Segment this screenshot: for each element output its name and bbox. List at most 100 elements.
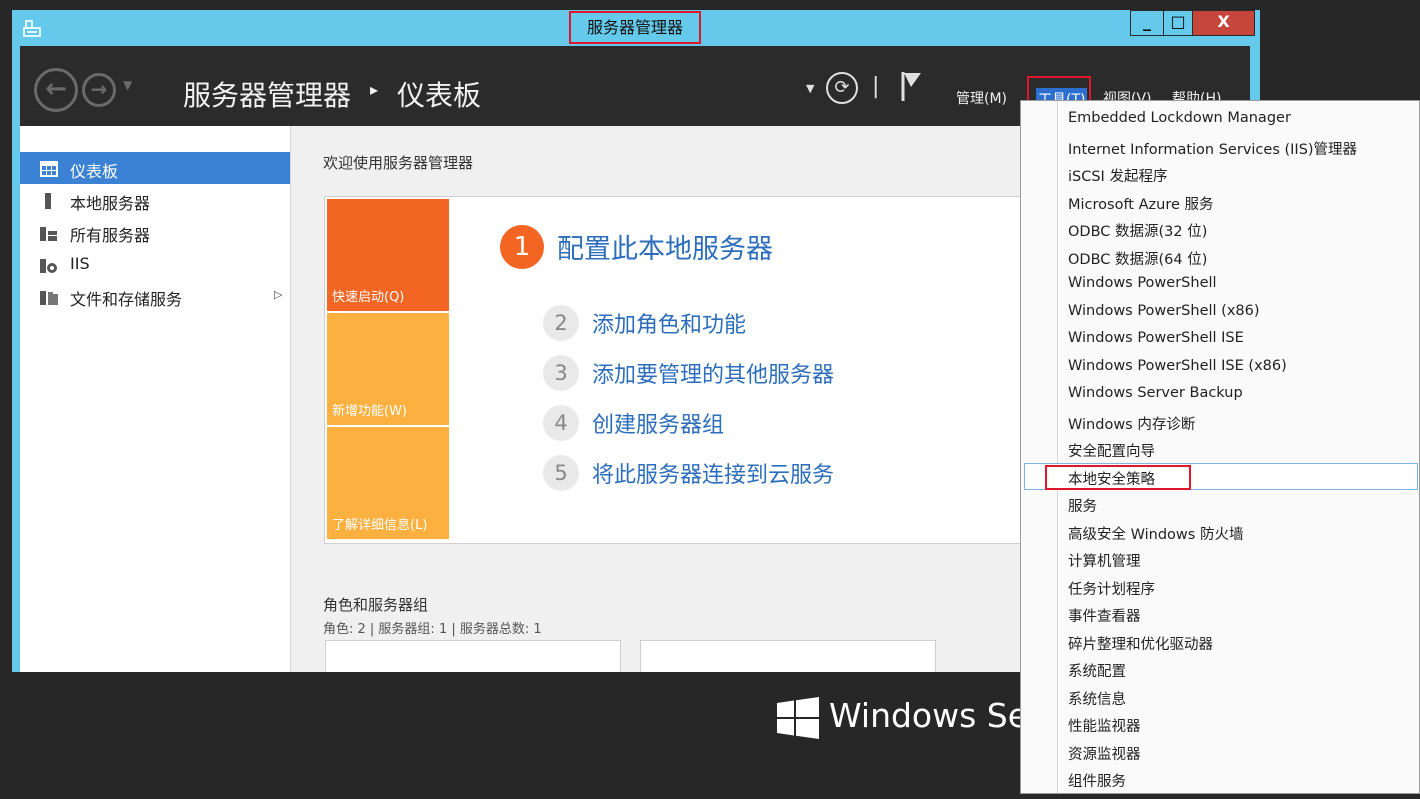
header-dropdown-icon[interactable]: ▼ bbox=[806, 82, 814, 95]
menu-item-computer-management[interactable]: 计算机管理 bbox=[1021, 545, 1419, 572]
menu-item-resource-monitor[interactable]: 资源监视器 bbox=[1021, 738, 1419, 765]
window-title: 服务器管理器 bbox=[569, 11, 701, 44]
menu-manage[interactable]: 管理(M) bbox=[956, 88, 1007, 108]
step-number: 1 bbox=[500, 225, 544, 269]
menu-item-powershell-x86[interactable]: Windows PowerShell (x86) bbox=[1021, 298, 1419, 325]
menu-item-performance-monitor[interactable]: 性能监视器 bbox=[1021, 710, 1419, 737]
welcome-title: 欢迎使用服务器管理器 bbox=[323, 154, 474, 172]
menu-item-label: 计算机管理 bbox=[1068, 554, 1141, 570]
sidebar-item-label: 本地服务器 bbox=[70, 194, 151, 213]
sidebar-item-label: 所有服务器 bbox=[70, 226, 151, 245]
forward-arrow-icon[interactable]: → bbox=[82, 73, 116, 107]
menu-item-security-wizard[interactable]: 安全配置向导 bbox=[1021, 435, 1419, 462]
breadcrumb-root[interactable]: 服务器管理器 bbox=[183, 74, 351, 114]
menu-item-label: 系统信息 bbox=[1068, 691, 1126, 708]
sidebar-item-label: 仪表板 bbox=[70, 162, 119, 181]
quick-start-panel: 快速启动(Q) 新增功能(W) 了解详细信息(L) 1 配置此本地服务器 2 添… bbox=[324, 196, 1046, 544]
sidebar: 仪表板 本地服务器 所有服务器 IIS 文件和存储服务 ▷ bbox=[20, 126, 291, 672]
menu-item-label: Windows PowerShell bbox=[1068, 275, 1217, 291]
menu-item-label: Windows PowerShell (x86) bbox=[1068, 302, 1260, 319]
history-dropdown-icon[interactable]: ▼ bbox=[123, 78, 132, 92]
menu-item-label: 事件查看器 bbox=[1068, 609, 1141, 625]
back-arrow-icon[interactable]: ← bbox=[34, 68, 78, 112]
menu-item-label: ODBC 数据源(64 位) bbox=[1068, 251, 1208, 268]
menu-item-label: Embedded Lockdown Manager bbox=[1068, 110, 1291, 126]
menu-item-memory-diagnostic[interactable]: Windows 内存诊断 bbox=[1021, 408, 1419, 435]
sidebar-item-local-server[interactable]: 本地服务器 bbox=[20, 184, 290, 216]
menu-item-odbc-64[interactable]: ODBC 数据源(64 位) bbox=[1021, 243, 1419, 270]
sidebar-item-label: 文件和存储服务 bbox=[70, 290, 183, 309]
menu-item-label: 任务计划程序 bbox=[1068, 581, 1155, 598]
tile-label: 快速启动(Q) bbox=[332, 290, 405, 305]
iis-icon bbox=[40, 259, 57, 273]
notification-flag-icon[interactable] bbox=[899, 70, 925, 102]
menu-item-powershell-ise[interactable]: Windows PowerShell ISE bbox=[1021, 325, 1419, 352]
step-link-configure-local-server[interactable]: 配置此本地服务器 bbox=[557, 227, 773, 266]
sidebar-item-dashboard[interactable]: 仪表板 bbox=[20, 152, 290, 184]
refresh-icon[interactable]: ⟳ bbox=[826, 72, 858, 104]
menu-item-firewall[interactable]: 高级安全 Windows 防火墙 bbox=[1021, 518, 1419, 545]
sidebar-item-all-servers[interactable]: 所有服务器 bbox=[20, 216, 290, 248]
expand-arrow-icon[interactable]: ▷ bbox=[274, 288, 282, 301]
menu-item-task-scheduler[interactable]: 任务计划程序 bbox=[1021, 573, 1419, 600]
menu-item-label: Windows Server Backup bbox=[1068, 385, 1243, 401]
windows-logo-icon bbox=[777, 697, 819, 739]
title-bar[interactable]: 服务器管理器 _ □ X bbox=[12, 10, 1260, 46]
menu-item-system-config[interactable]: 系统配置 bbox=[1021, 655, 1419, 682]
menu-item-component-services[interactable]: 组件服务 bbox=[1021, 765, 1419, 792]
menu-item-event-viewer[interactable]: 事件查看器 bbox=[1021, 600, 1419, 627]
server-manager-icon bbox=[23, 20, 41, 37]
step-number: 4 bbox=[543, 405, 579, 441]
role-card[interactable] bbox=[640, 640, 936, 672]
step-link-create-group[interactable]: 创建服务器组 bbox=[592, 407, 724, 439]
menu-item-powershell-ise-x86[interactable]: Windows PowerShell ISE (x86) bbox=[1021, 353, 1419, 380]
menu-item-label: Microsoft Azure 服务 bbox=[1068, 196, 1214, 213]
roles-section-title: 角色和服务器组 bbox=[323, 596, 429, 614]
menu-item-label: 高级安全 Windows 防火墙 bbox=[1068, 526, 1244, 543]
tools-dropdown-menu: Embedded Lockdown Manager Internet Inform… bbox=[1020, 100, 1420, 794]
role-card[interactable] bbox=[325, 640, 621, 672]
menu-item-odbc-32[interactable]: ODBC 数据源(32 位) bbox=[1021, 215, 1419, 242]
menu-item-services[interactable]: 服务 bbox=[1021, 490, 1419, 517]
tile-whats-new[interactable]: 新增功能(W) bbox=[327, 313, 449, 425]
step-number: 3 bbox=[543, 355, 579, 391]
dashboard-icon bbox=[40, 161, 58, 177]
menu-item-label: 服务 bbox=[1068, 499, 1097, 515]
step-link-add-servers[interactable]: 添加要管理的其他服务器 bbox=[592, 357, 834, 389]
header-divider: | bbox=[872, 74, 880, 99]
tile-label: 了解详细信息(L) bbox=[332, 518, 428, 533]
breadcrumb-separator: ▸ bbox=[370, 80, 379, 99]
tile-label: 新增功能(W) bbox=[332, 404, 407, 419]
menu-item-server-backup[interactable]: Windows Server Backup bbox=[1021, 380, 1419, 407]
menu-item-defragment[interactable]: 碎片整理和优化驱动器 bbox=[1021, 628, 1419, 655]
menu-item-label: 碎片整理和优化驱动器 bbox=[1068, 636, 1213, 653]
menu-item-label: 安全配置向导 bbox=[1068, 444, 1155, 460]
menu-item-azure[interactable]: Microsoft Azure 服务 bbox=[1021, 188, 1419, 215]
menu-item-system-info[interactable]: 系统信息 bbox=[1021, 683, 1419, 710]
menu-item-iis-manager[interactable]: Internet Information Services (IIS)管理器 bbox=[1021, 133, 1419, 160]
tile-quick-start[interactable]: 快速启动(Q) bbox=[327, 199, 449, 311]
menu-item-label: 组件服务 bbox=[1068, 774, 1126, 790]
menu-item-embedded-lockdown[interactable]: Embedded Lockdown Manager bbox=[1021, 105, 1419, 132]
step-link-connect-cloud[interactable]: 将此服务器连接到云服务 bbox=[592, 457, 834, 489]
menu-item-label: Windows PowerShell ISE bbox=[1068, 330, 1244, 346]
menu-item-powershell[interactable]: Windows PowerShell bbox=[1021, 270, 1419, 297]
tile-learn-more[interactable]: 了解详细信息(L) bbox=[327, 427, 449, 539]
menu-item-label: Windows PowerShell ISE (x86) bbox=[1068, 357, 1287, 374]
step-link-add-roles[interactable]: 添加角色和功能 bbox=[592, 307, 746, 339]
menu-item-label: Internet Information Services (IIS)管理器 bbox=[1068, 141, 1358, 158]
menu-item-label: iSCSI 发起程序 bbox=[1068, 169, 1168, 185]
local-server-icon bbox=[45, 193, 51, 209]
minimize-button[interactable]: _ bbox=[1130, 10, 1164, 36]
sidebar-item-file-storage[interactable]: 文件和存储服务 ▷ bbox=[20, 280, 290, 312]
file-storage-icon bbox=[40, 291, 58, 305]
sidebar-item-iis[interactable]: IIS bbox=[20, 248, 290, 280]
local-security-policy-highlight-box bbox=[1045, 465, 1191, 490]
menu-item-label: 性能监视器 bbox=[1068, 719, 1141, 735]
maximize-button[interactable]: □ bbox=[1163, 10, 1193, 36]
menu-item-iscsi[interactable]: iSCSI 发起程序 bbox=[1021, 160, 1419, 187]
menu-item-label: 系统配置 bbox=[1068, 664, 1126, 680]
breadcrumb-page: 仪表板 bbox=[397, 79, 482, 112]
close-button[interactable]: X bbox=[1192, 10, 1255, 36]
menu-item-label: 资源监视器 bbox=[1068, 746, 1141, 763]
